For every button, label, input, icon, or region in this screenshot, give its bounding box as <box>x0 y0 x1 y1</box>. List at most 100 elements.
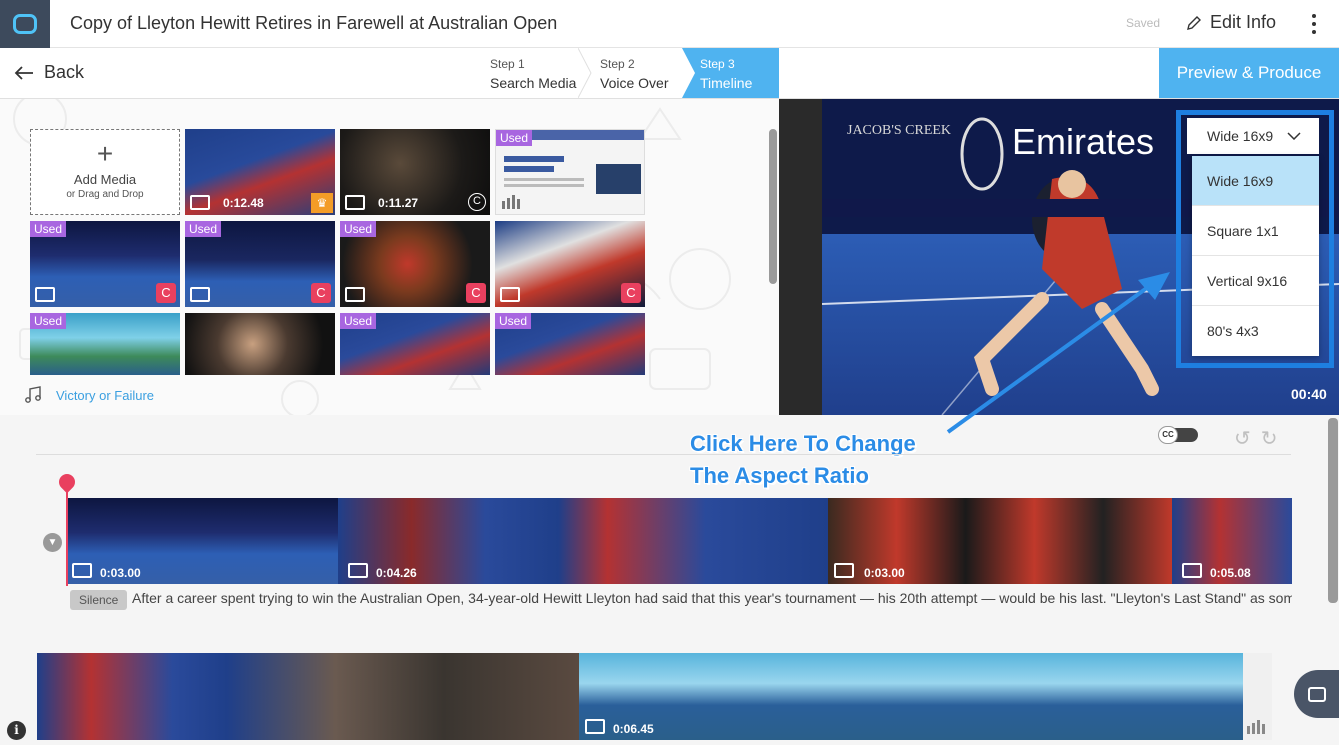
back-label: Back <box>44 62 85 82</box>
chat-button[interactable] <box>1294 670 1339 718</box>
step-search-media[interactable]: Step 1 Search Media <box>480 48 580 98</box>
step-name: Timeline <box>700 75 753 91</box>
media-thumbnail[interactable]: Used C <box>340 221 490 307</box>
chat-icon <box>1307 686 1326 702</box>
timeline-clip[interactable]: 0:03.00 <box>66 498 338 584</box>
used-badge: Used <box>30 313 67 329</box>
svg-text:JACOB'S CREEK: JACOB'S CREEK <box>847 123 951 138</box>
video-camera-icon <box>348 563 368 578</box>
top-bar: Copy of Lleyton Hewitt Retires in Farewe… <box>0 0 1339 48</box>
transcript-text[interactable]: After a career spent trying to win the A… <box>132 590 1292 606</box>
clip-duration: 0:05.08 <box>1210 566 1251 580</box>
silence-tag[interactable]: Silence <box>70 590 128 610</box>
crown-icon: ♛ <box>311 193 333 213</box>
image-icon <box>585 719 605 734</box>
timeline-clip[interactable]: 0:06.45 <box>579 653 1243 740</box>
used-badge: Used <box>340 221 377 237</box>
pencil-icon <box>1187 15 1201 30</box>
media-thumbnail[interactable]: Used <box>340 313 490 375</box>
article-icon <box>502 195 520 209</box>
media-thumbnail[interactable]: Used C <box>185 221 335 307</box>
timeline-scrollbar[interactable] <box>1328 418 1338 603</box>
used-badge: Used <box>185 221 222 237</box>
copyright-icon: C <box>311 283 331 303</box>
copyright-icon: C <box>621 283 641 303</box>
media-thumbnail[interactable] <box>185 313 335 375</box>
step-voice-over[interactable]: Step 2 Voice Over <box>590 48 685 98</box>
timeline-clip[interactable]: 0:03.00 <box>828 498 1172 584</box>
captions-toggle[interactable]: CC <box>1158 426 1200 444</box>
step-number: Step 3 <box>700 57 735 71</box>
image-icon <box>72 563 92 578</box>
info-icon[interactable]: i <box>7 721 26 740</box>
clip-duration: 0:03.00 <box>864 566 905 580</box>
image-icon <box>834 563 854 578</box>
aspect-option-wide[interactable]: Wide 16x9 <box>1192 156 1319 206</box>
aspect-option-4x3[interactable]: 80's 4x3 <box>1192 306 1319 356</box>
cc-icon: CC <box>1158 426 1178 444</box>
timeline-clip[interactable]: 0:04.26 <box>338 498 828 584</box>
media-thumbnail[interactable]: Used <box>495 313 645 375</box>
more-menu-icon[interactable] <box>1306 12 1322 36</box>
image-icon <box>35 287 55 302</box>
edit-info-label: Edit Info <box>1210 12 1277 32</box>
music-track[interactable]: Victory or Failure <box>24 386 154 404</box>
used-badge: Used <box>496 130 533 146</box>
aspect-ratio-menu: Wide 16x9 Square 1x1 Vertical 9x16 80's … <box>1192 156 1319 356</box>
video-camera-icon <box>1182 563 1202 578</box>
step-number: Step 1 <box>490 57 525 71</box>
image-icon <box>190 287 210 302</box>
clip-duration: 0:04.26 <box>376 566 417 580</box>
back-button[interactable]: Back <box>14 62 84 83</box>
preview-timestamp: 00:40 <box>1291 386 1327 402</box>
media-duration: 0:11.27 <box>378 196 419 210</box>
undo-icon[interactable]: ↺ <box>1234 426 1251 451</box>
media-thumbnail[interactable]: C <box>495 221 645 307</box>
project-title[interactable]: Copy of Lleyton Hewitt Retires in Farewe… <box>70 13 557 34</box>
logo-icon <box>13 14 37 34</box>
timeline-clip[interactable] <box>1243 653 1272 740</box>
copyright-icon: C <box>466 283 486 303</box>
timeline-clip[interactable] <box>37 653 579 740</box>
media-thumbnail[interactable]: 0:12.48 ♛ <box>185 129 335 215</box>
media-thumbnail[interactable]: Used <box>30 313 180 375</box>
music-track-name: Victory or Failure <box>56 387 155 403</box>
callout-line-1: Click Here To Change <box>690 431 916 456</box>
music-note-icon <box>25 386 41 403</box>
preview-produce-button[interactable]: Preview & Produce <box>1159 48 1339 98</box>
media-scrollbar[interactable] <box>769 129 777 284</box>
redo-icon[interactable]: ↻ <box>1261 426 1278 451</box>
aspect-option-vertical[interactable]: Vertical 9x16 <box>1192 256 1319 306</box>
aspect-ratio-select[interactable]: Wide 16x9 <box>1187 118 1319 154</box>
step-timeline[interactable]: Step 3 Timeline <box>682 48 779 98</box>
copyright-outline-icon: C <box>468 193 486 211</box>
image-icon <box>500 287 520 302</box>
media-thumbnail[interactable]: Used C <box>30 221 180 307</box>
edit-info-button[interactable]: Edit Info <box>1186 12 1276 33</box>
media-duration: 0:12.48 <box>223 196 264 210</box>
chevron-down-icon[interactable]: ▼ <box>43 533 62 552</box>
step-name: Search Media <box>490 75 577 91</box>
chevron-down-icon <box>1287 132 1301 140</box>
media-thumbnail[interactable]: Used <box>495 129 645 215</box>
add-media-button[interactable]: + Add Media or Drag and Drop <box>30 129 180 215</box>
media-library: + Add Media or Drag and Drop 0:12.48 ♛ 0… <box>0 99 779 415</box>
aspect-option-square[interactable]: Square 1x1 <box>1192 206 1319 256</box>
step-name: Voice Over <box>600 75 669 91</box>
history-controls: ↺ ↻ <box>1234 426 1278 451</box>
callout-line-2: The Aspect Ratio <box>690 463 869 488</box>
clip-duration: 0:03.00 <box>100 566 141 580</box>
app-logo[interactable] <box>0 0 50 48</box>
arrow-left-icon <box>14 65 33 80</box>
copyright-icon: C <box>156 283 176 303</box>
video-camera-icon <box>345 195 365 210</box>
media-thumbnail[interactable]: 0:11.27 C <box>340 129 490 215</box>
aspect-ratio-callout: Click Here To Change The Aspect Ratio <box>690 428 916 492</box>
saved-status: Saved <box>1126 16 1161 30</box>
svg-text:Emirates: Emirates <box>1012 121 1154 162</box>
clip-duration: 0:06.45 <box>613 722 654 736</box>
timeline-clip[interactable]: 0:05.08 <box>1172 498 1292 584</box>
video-camera-icon <box>190 195 210 210</box>
plus-icon: + <box>96 138 114 169</box>
step-nav: Back Step 1 Search Media Step 2 Voice Ov… <box>0 48 1339 99</box>
